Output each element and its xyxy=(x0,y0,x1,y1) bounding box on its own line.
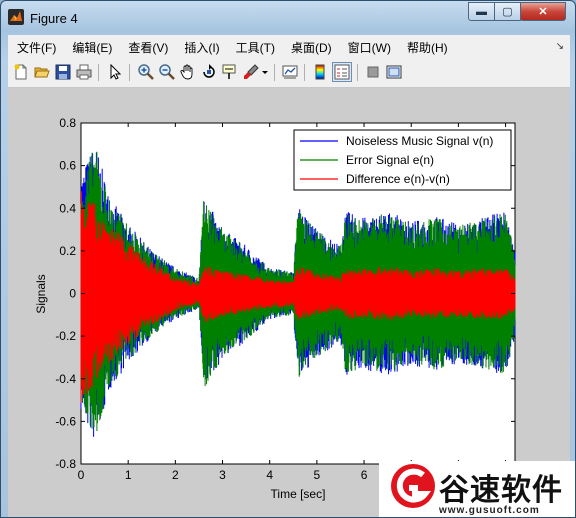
legend-toggle-button[interactable] xyxy=(332,62,352,82)
matlab-icon xyxy=(8,9,24,25)
x-tick-label: 3 xyxy=(219,468,226,482)
rotate-3d-icon[interactable] xyxy=(200,63,218,81)
maximize-button[interactable]: ▢ xyxy=(494,2,521,21)
edit-plot-arrow-icon[interactable] xyxy=(106,63,124,81)
x-tick-label: 5 xyxy=(314,468,321,482)
x-tick-label: 2 xyxy=(172,468,179,482)
client-area: 文件(F) 编辑(E) 查看(V) 插入(I) 工具(T) 桌面(D) 窗口(W… xyxy=(8,35,570,518)
y-tick-label: -0.6 xyxy=(55,414,76,428)
toolbar-separator xyxy=(357,64,358,81)
legend-label-error: Error Signal e(n) xyxy=(346,153,434,167)
show-plot-tools-icon[interactable] xyxy=(385,63,403,81)
title-bar[interactable]: Figure 4 ▬ ▢ ✕ xyxy=(1,1,575,35)
link-plot-icon[interactable] xyxy=(281,63,299,81)
menu-edit[interactable]: 编辑(E) xyxy=(65,39,119,56)
watermark-brand: 谷速软件 xyxy=(439,473,563,508)
figure-canvas: 01234567890.80.60.40.20-0.2-0.4-0.6-0.8 … xyxy=(8,88,570,518)
x-tick-label: 0 xyxy=(78,468,85,482)
zoom-in-icon[interactable] xyxy=(137,63,155,81)
toolbar-separator xyxy=(129,64,130,81)
chevron-down-icon[interactable] xyxy=(260,63,270,81)
figure-window: Figure 4 ▬ ▢ ✕ 文件(F) 编辑(E) 查看(V) 插入(I) 工… xyxy=(0,0,576,518)
toolbar-separator xyxy=(274,64,275,81)
close-button[interactable]: ✕ xyxy=(520,2,566,21)
brush-icon[interactable] xyxy=(242,63,260,81)
y-tick-label: 0.4 xyxy=(59,201,76,215)
watermark-url: www.gusuoft.com xyxy=(439,505,540,516)
new-figure-icon[interactable] xyxy=(12,63,30,81)
open-file-icon[interactable] xyxy=(33,63,51,81)
y-tick-label: 0.8 xyxy=(59,116,76,130)
x-tick-label: 6 xyxy=(361,468,368,482)
figure-toolbar xyxy=(8,59,570,88)
y-tick-label: 0.6 xyxy=(59,159,76,173)
maximize-icon: ▢ xyxy=(502,6,513,18)
menu-insert[interactable]: 插入(I) xyxy=(177,39,226,56)
legend-icon xyxy=(334,64,350,80)
menu-view[interactable]: 查看(V) xyxy=(121,39,175,56)
x-tick-label: 1 xyxy=(125,468,132,482)
menu-tools[interactable]: 工具(T) xyxy=(229,39,282,56)
close-icon: ✕ xyxy=(538,6,548,18)
menu-window[interactable]: 窗口(W) xyxy=(341,39,398,56)
y-tick-label: 0 xyxy=(69,287,76,301)
save-icon[interactable] xyxy=(54,63,72,81)
window-title: Figure 4 xyxy=(30,11,78,26)
zoom-out-icon[interactable] xyxy=(158,63,176,81)
y-tick-label: -0.8 xyxy=(55,457,76,471)
menu-dock-arrow-icon[interactable]: ↘ xyxy=(556,41,564,52)
toolbar-separator xyxy=(98,64,99,81)
minimize-button[interactable]: ▬ xyxy=(468,2,495,21)
colorbar-icon[interactable] xyxy=(311,63,329,81)
pan-hand-icon[interactable] xyxy=(179,63,197,81)
y-tick-label: -0.4 xyxy=(55,372,76,386)
legend-label-difference: Difference e(n)-v(n) xyxy=(346,172,450,186)
y-tick-label: 0.2 xyxy=(59,244,76,258)
y-tick-label: -0.2 xyxy=(55,329,76,343)
x-axis-label: Time [sec] xyxy=(271,487,326,501)
y-axis-label: Signals xyxy=(34,274,48,313)
data-cursor-icon[interactable] xyxy=(221,63,239,81)
x-tick-label: 4 xyxy=(266,468,273,482)
menu-bar: 文件(F) 编辑(E) 查看(V) 插入(I) 工具(T) 桌面(D) 窗口(W… xyxy=(8,35,570,59)
menu-help[interactable]: 帮助(H) xyxy=(400,39,455,56)
legend[interactable]: Noiseless Music Signal v(n) Error Signal… xyxy=(293,129,512,191)
watermark: 谷速软件 www.gusuoft.com xyxy=(379,461,575,517)
menu-desktop[interactable]: 桌面(D) xyxy=(284,39,339,56)
hide-plot-tools-icon[interactable] xyxy=(364,63,382,81)
minimize-icon: ▬ xyxy=(476,5,487,18)
legend-label-noiseless: Noiseless Music Signal v(n) xyxy=(346,134,493,148)
signals-plot[interactable]: 01234567890.80.60.40.20-0.2-0.4-0.6-0.8 … xyxy=(8,88,570,518)
print-icon[interactable] xyxy=(75,63,93,81)
toolbar-separator xyxy=(304,64,305,81)
menu-file[interactable]: 文件(F) xyxy=(10,39,63,56)
